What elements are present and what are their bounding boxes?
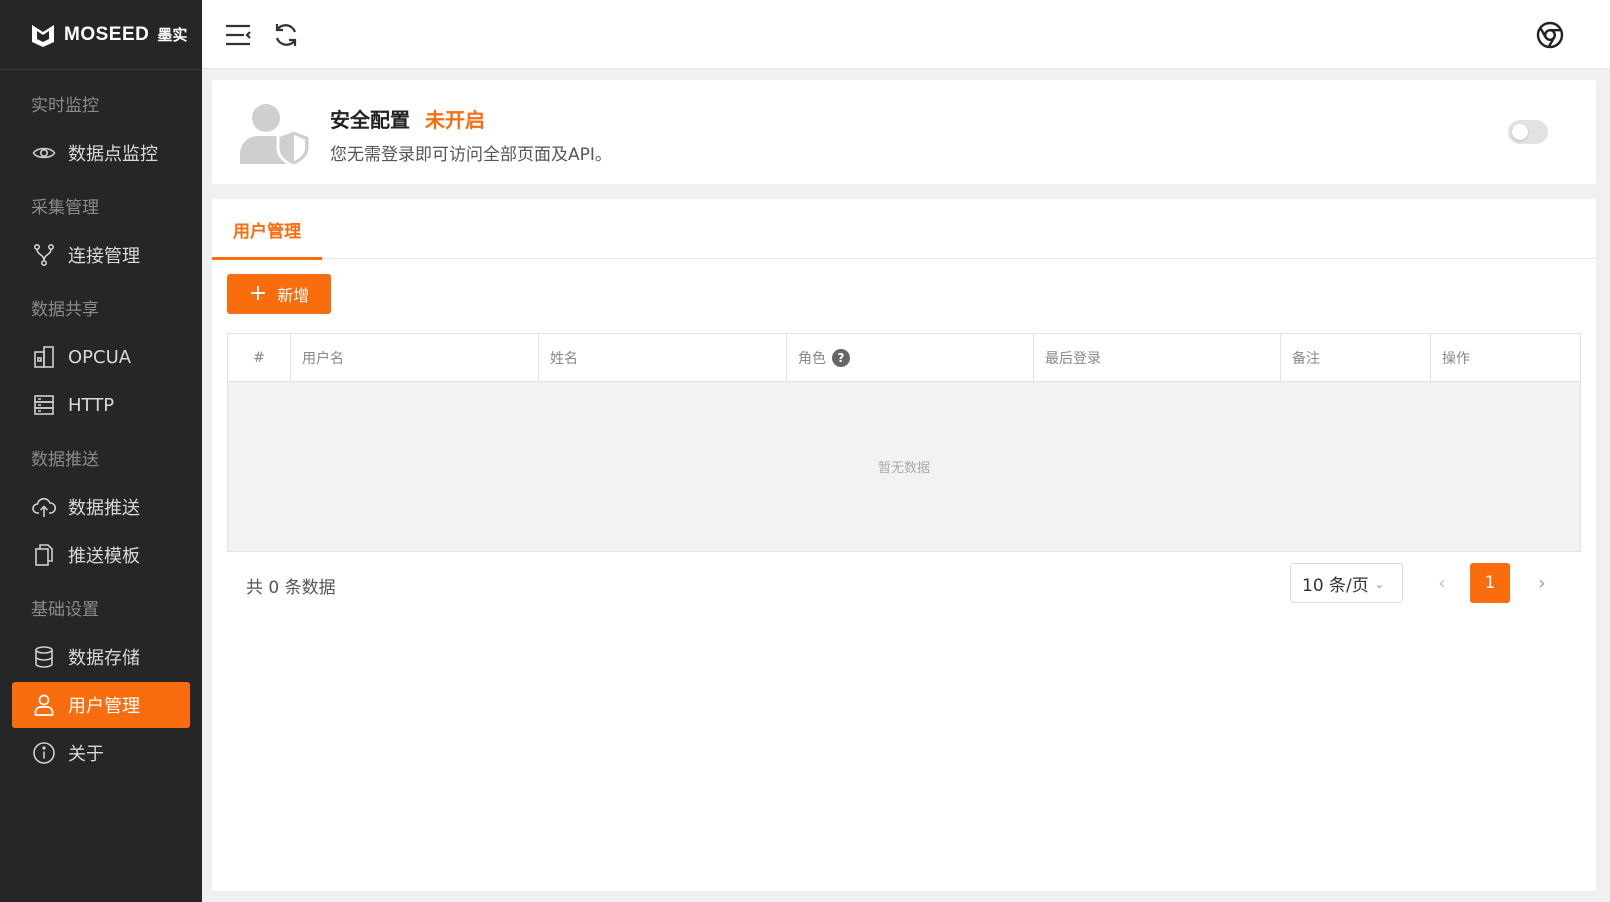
nav-group-push: 数据推送 <box>31 450 99 470</box>
prev-page-button[interactable]: ‹ <box>1422 563 1462 603</box>
user-table: # 用户名 姓名 角色 ? 最后登录 备注 操作 暂无数据 <box>227 333 1581 552</box>
column-header-name: 姓名 <box>539 334 787 382</box>
security-toggle[interactable] <box>1508 120 1548 144</box>
empty-text: 暂无数据 <box>877 461 930 476</box>
server-icon <box>32 393 56 417</box>
sidebar-item-label: 数据点监控 <box>68 144 158 165</box>
sidebar-item-label: 连接管理 <box>68 246 140 267</box>
add-button-label: 新增 <box>277 286 310 305</box>
column-header-remark: 备注 <box>1281 334 1431 382</box>
next-page-button[interactable]: › <box>1522 563 1562 603</box>
sidebar-item-label: OPCUA <box>68 346 132 368</box>
refresh-button[interactable] <box>270 19 302 51</box>
main-panel: 用户管理 + 新增 # 用户名 姓名 角色 ? 最后登录 备注 操作 暂无数据 … <box>212 199 1596 891</box>
sidebar-item-data-push[interactable]: 数据推送 <box>12 484 190 530</box>
menu-fold-button[interactable] <box>222 19 254 51</box>
sidebar-nav: 实时监控 数据点监控 采集管理 连接管理 数据共享 OPCUA HTTP 数据推… <box>0 70 202 776</box>
security-description: 您无需登录即可访问全部页面及API。 <box>330 145 612 165</box>
building-icon <box>32 345 56 369</box>
table-empty: 暂无数据 <box>228 382 1580 551</box>
logo-brand: MOSEED <box>64 23 150 45</box>
column-header-last-login: 最后登录 <box>1034 334 1281 382</box>
menu-fold-icon <box>226 24 251 46</box>
pagination: 共 0 条数据 10 条/页 ⌄ ‹ 1 › <box>212 563 1596 605</box>
security-status: 未开启 <box>425 108 485 132</box>
moseed-logo-icon <box>32 24 54 47</box>
total-count: 共 0 条数据 <box>246 578 336 598</box>
copy-icon <box>32 543 56 567</box>
logo-brand-cn: 墨实 <box>157 26 188 44</box>
sidebar-item-push-template[interactable]: 推送模板 <box>12 532 190 578</box>
page-size-select[interactable]: 10 条/页 ⌄ <box>1290 563 1403 603</box>
top-header <box>202 0 1610 69</box>
eye-icon <box>32 141 56 165</box>
cloud-upload-icon <box>32 495 56 519</box>
question-icon[interactable]: ? <box>832 349 850 367</box>
nav-group-share: 数据共享 <box>31 300 99 320</box>
refresh-icon <box>275 24 297 46</box>
sidebar-item-about[interactable]: 关于 <box>12 730 190 776</box>
chevron-right-icon: › <box>1538 572 1546 594</box>
nav-group-basic: 基础设置 <box>31 600 99 620</box>
sidebar-item-opcua[interactable]: OPCUA <box>12 334 190 380</box>
logo[interactable]: MOSEED 墨实 <box>0 0 202 70</box>
browser-button[interactable] <box>1534 19 1566 51</box>
security-title: 安全配置 <box>330 108 410 132</box>
database-icon <box>32 645 56 669</box>
column-header-actions: 操作 <box>1442 351 1470 367</box>
chevron-down-icon: ⌄ <box>1374 577 1384 591</box>
table-header: # 用户名 姓名 角色 ? 最后登录 备注 操作 <box>228 334 1580 382</box>
chrome-icon <box>1536 21 1564 49</box>
sidebar-item-label: HTTP <box>68 394 115 416</box>
user-shield-icon <box>240 104 312 166</box>
sidebar-item-label: 推送模板 <box>68 546 140 567</box>
tab-bar: 用户管理 <box>212 199 1596 260</box>
sidebar-item-label: 用户管理 <box>68 696 140 717</box>
column-header-role-label: 角色 <box>798 351 826 367</box>
sidebar-item-http[interactable]: HTTP <box>12 382 190 428</box>
sidebar-item-label: 关于 <box>68 744 104 765</box>
sidebar-item-label: 数据推送 <box>68 498 140 519</box>
sidebar-item-label: 数据存储 <box>68 648 140 669</box>
page-number-current[interactable]: 1 <box>1470 563 1510 603</box>
plus-icon: + <box>248 281 268 306</box>
sidebar-item-connection[interactable]: 连接管理 <box>12 232 190 278</box>
tab-user-management[interactable]: 用户管理 <box>212 199 322 260</box>
security-config-card: 安全配置 未开启 您无需登录即可访问全部页面及API。 <box>212 80 1596 184</box>
add-user-button[interactable]: + 新增 <box>227 274 331 314</box>
sidebar-item-data-storage[interactable]: 数据存储 <box>12 634 190 680</box>
sidebar: MOSEED 墨实 实时监控 数据点监控 采集管理 连接管理 数据共享 OPCU… <box>0 0 202 902</box>
info-icon <box>32 741 56 765</box>
user-icon <box>32 693 56 717</box>
chevron-left-icon: ‹ <box>1438 572 1446 594</box>
column-header-index: # <box>228 334 291 382</box>
nav-group-collection: 采集管理 <box>31 198 99 218</box>
nav-group-realtime: 实时监控 <box>31 96 99 116</box>
page-size-value: 10 条/页 <box>1302 575 1369 596</box>
sidebar-item-user-management[interactable]: 用户管理 <box>12 682 190 728</box>
branch-icon <box>32 243 56 267</box>
sidebar-item-datapoint-monitor[interactable]: 数据点监控 <box>12 130 190 176</box>
column-header-role: 角色 ? <box>787 334 1034 382</box>
column-header-username: 用户名 <box>291 334 539 382</box>
